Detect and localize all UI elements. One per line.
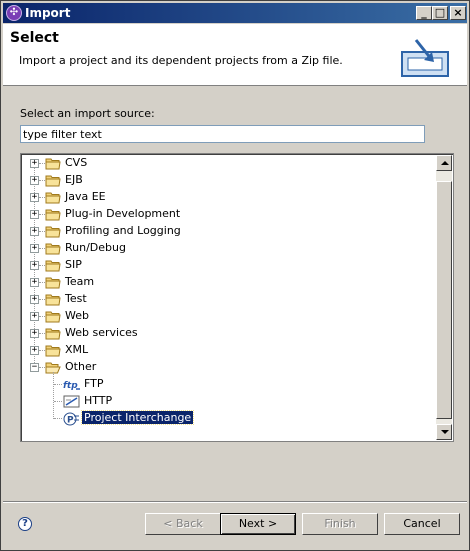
- folder-icon: [45, 310, 61, 323]
- import-source-tree[interactable]: + CVS + EJB + Java EE + Plug-in Development + Pro…: [20, 153, 454, 442]
- folder-icon: [45, 208, 61, 221]
- tree-item-java-ee[interactable]: + Java EE: [21, 189, 436, 206]
- folder-icon: [45, 259, 61, 272]
- tree-item-team[interactable]: + Team: [21, 274, 436, 291]
- expand-icon[interactable]: +: [30, 346, 39, 355]
- expand-icon[interactable]: +: [30, 329, 39, 338]
- tree-item-sip[interactable]: + SIP: [21, 257, 436, 274]
- expand-icon[interactable]: +: [30, 210, 39, 219]
- svg-text:P: P: [67, 416, 74, 426]
- expand-icon[interactable]: +: [30, 193, 39, 202]
- vertical-scrollbar[interactable]: [436, 155, 452, 440]
- tree-item-plug-in-development[interactable]: + Plug-in Development: [21, 206, 436, 223]
- tree-item-project-interchange[interactable]: P Project Interchange: [21, 410, 436, 427]
- arrow-up-icon: [441, 161, 449, 165]
- close-button[interactable]: ×: [450, 6, 466, 20]
- tree-item-run-debug[interactable]: + Run/Debug: [21, 240, 436, 257]
- tree-item-web-services[interactable]: + Web services: [21, 325, 436, 342]
- scroll-down-button[interactable]: [436, 424, 452, 440]
- scroll-thumb[interactable]: [436, 181, 452, 419]
- expand-icon[interactable]: +: [30, 312, 39, 321]
- wizard-header: Select Import a project and its dependen…: [3, 24, 467, 86]
- folder-icon: [45, 225, 61, 238]
- folder-icon: [45, 174, 61, 187]
- finish-button[interactable]: Finish: [302, 513, 378, 535]
- expand-icon[interactable]: +: [30, 261, 39, 270]
- tree-item-label: Other: [65, 360, 97, 373]
- cancel-button[interactable]: Cancel: [384, 513, 460, 535]
- expand-icon[interactable]: +: [30, 176, 39, 185]
- folder-icon: [45, 344, 61, 357]
- folder-icon: [45, 327, 61, 340]
- button-bar-separator: [3, 501, 467, 503]
- tree-item-xml[interactable]: + XML: [21, 342, 436, 359]
- expand-icon[interactable]: +: [30, 244, 39, 253]
- collapse-icon[interactable]: −: [30, 363, 39, 372]
- import-source-label: Select an import source:: [20, 107, 155, 120]
- minimize-button[interactable]: _: [416, 6, 432, 20]
- tree-connector: [54, 418, 62, 419]
- arrow-down-icon: [441, 430, 449, 434]
- tree-item-label: EJB: [65, 173, 83, 186]
- tree-connector: [54, 401, 62, 402]
- app-icon: ✣: [6, 5, 22, 21]
- title-bar[interactable]: ✣ Import _ □ ×: [3, 3, 467, 23]
- tree-item-http[interactable]: HTTP: [21, 393, 436, 410]
- folder-icon: [45, 276, 61, 289]
- http-icon: [63, 395, 81, 409]
- filter-input[interactable]: [20, 125, 425, 143]
- expand-icon[interactable]: +: [30, 278, 39, 287]
- tree-item-label: Test: [65, 292, 87, 305]
- tree-item-label: XML: [65, 343, 89, 356]
- help-icon[interactable]: ?: [18, 517, 32, 531]
- expand-icon[interactable]: +: [30, 295, 39, 304]
- folder-icon: [45, 157, 61, 170]
- folder-icon: [45, 242, 61, 255]
- maximize-button[interactable]: □: [432, 6, 448, 20]
- tree-item-label: Plug-in Development: [65, 207, 181, 220]
- tree-item-web[interactable]: + Web: [21, 308, 436, 325]
- tree-item-test[interactable]: + Test: [21, 291, 436, 308]
- tree-item-label: CVS: [65, 156, 88, 169]
- back-button[interactable]: < Back: [145, 513, 221, 535]
- tree-item-label: Java EE: [65, 190, 106, 203]
- import-dialog: ✣ Import _ □ × Select Import a project a…: [0, 0, 470, 551]
- expand-icon[interactable]: +: [30, 227, 39, 236]
- tree-item-label: Web: [65, 309, 89, 322]
- expand-icon[interactable]: +: [30, 159, 39, 168]
- tree-item-ejb[interactable]: + EJB: [21, 172, 436, 189]
- svg-text:ftp: ftp: [63, 381, 78, 391]
- page-title: Select: [10, 30, 59, 46]
- tree-connector: [54, 384, 62, 385]
- tree-item-label: Project Interchange: [80, 410, 195, 425]
- tree-item-label: Run/Debug: [65, 241, 126, 254]
- tree-item-other[interactable]: − Other: [21, 359, 436, 376]
- tree-item-label: Web services: [65, 326, 138, 339]
- scroll-up-button[interactable]: [436, 155, 452, 171]
- folder-icon: [45, 191, 61, 204]
- tree-item-label: FTP: [84, 377, 104, 390]
- folder-icon: [45, 293, 61, 306]
- ftp-icon: ftp: [63, 378, 81, 392]
- tree-item-profiling-and-logging[interactable]: + Profiling and Logging: [21, 223, 436, 240]
- tree-item-label: HTTP: [84, 394, 113, 407]
- page-description: Import a project and its dependent proje…: [19, 54, 343, 67]
- project-interchange-icon: P: [63, 412, 81, 426]
- import-banner-icon: [401, 39, 449, 77]
- window-title: Import: [25, 6, 71, 20]
- tree-item-ftp[interactable]: ftp FTP: [21, 376, 436, 393]
- tree-item-label: Profiling and Logging: [65, 224, 181, 237]
- next-button[interactable]: Next >: [220, 513, 296, 535]
- tree-item-label: Team: [65, 275, 95, 288]
- tree-item-label: SIP: [65, 258, 82, 271]
- tree-item-cvs[interactable]: + CVS: [21, 155, 436, 172]
